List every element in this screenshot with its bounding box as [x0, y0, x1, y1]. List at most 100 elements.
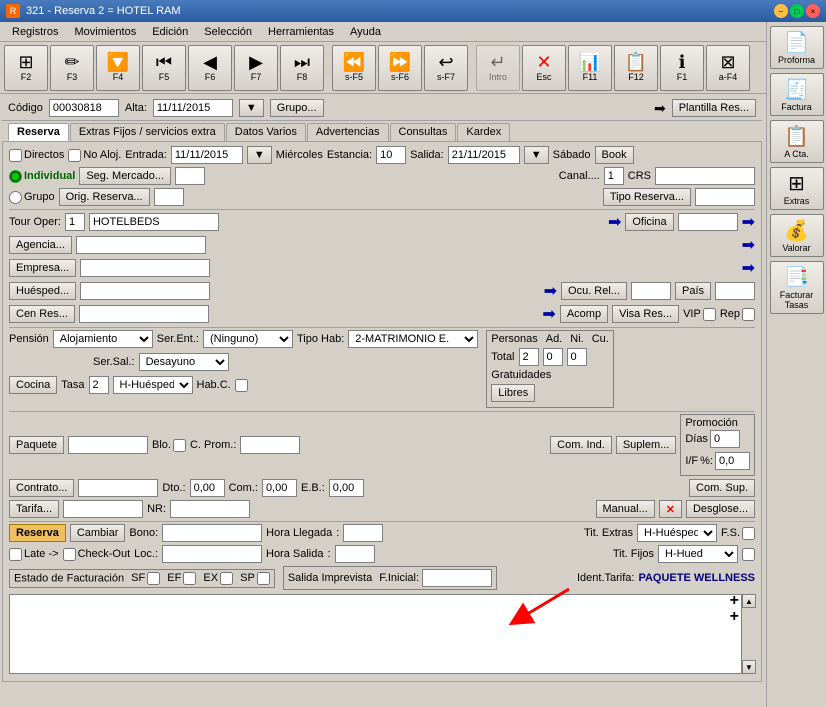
crs-input[interactable]: [655, 167, 755, 185]
com-ind-button[interactable]: Com. Ind.: [550, 436, 612, 454]
oficina-input[interactable]: [678, 213, 738, 231]
tab-reserva[interactable]: Reserva: [8, 123, 69, 141]
toolbar-btn-f12[interactable]: 📋 F12: [614, 45, 658, 91]
empresa-button[interactable]: Empresa...: [9, 259, 76, 277]
ocu-rel-button[interactable]: Ocu. Rel...: [561, 282, 627, 300]
late-checkbox[interactable]: [9, 548, 22, 561]
tour-oper-input[interactable]: [65, 213, 85, 231]
fs-label-wrap[interactable]: F.S.: [721, 527, 755, 540]
valorar-button[interactable]: 💰 Valorar: [770, 214, 824, 257]
tab-advertencias[interactable]: Advertencias: [307, 123, 389, 141]
ex-checkbox[interactable]: [220, 572, 233, 585]
alta-input[interactable]: [153, 99, 233, 117]
toolbar-btn-f7[interactable]: ▶ F7: [234, 45, 278, 91]
sf-checkbox[interactable]: [147, 572, 160, 585]
menu-ayuda[interactable]: Ayuda: [342, 24, 389, 40]
menu-herramientas[interactable]: Herramientas: [260, 24, 342, 40]
tit-fijos-select[interactable]: H-Hued: [658, 545, 738, 563]
canal-input[interactable]: [604, 167, 624, 185]
no-aloj-checkbox-label[interactable]: No Aloj.: [68, 149, 121, 162]
salida-input[interactable]: [448, 146, 520, 164]
nr-input[interactable]: [170, 500, 250, 518]
grupo-radio-label[interactable]: Grupo: [9, 191, 55, 204]
menu-movimientos[interactable]: Movimientos: [66, 24, 144, 40]
orig-reserva-input[interactable]: [154, 188, 184, 206]
toolbar-btn-sf7[interactable]: ↩ s-F7: [424, 45, 468, 91]
agencia-input[interactable]: [76, 236, 206, 254]
c-prom-input[interactable]: [240, 436, 300, 454]
empresa-input[interactable]: [80, 259, 210, 277]
ser-ent-select[interactable]: (Ninguno): [203, 330, 293, 348]
toolbar-btn-sf5[interactable]: ⏪ s-F5: [332, 45, 376, 91]
eb-input[interactable]: [329, 479, 364, 497]
tab-consultas[interactable]: Consultas: [390, 123, 457, 141]
tab-kardex[interactable]: Kardex: [457, 123, 510, 141]
dto-input[interactable]: [190, 479, 225, 497]
agencia-button[interactable]: Agencia...: [9, 236, 72, 254]
late-label-wrap[interactable]: Late ->: [9, 548, 59, 561]
desglose-button[interactable]: Desglose...: [686, 500, 755, 518]
ex-label-wrap[interactable]: EX: [203, 572, 233, 585]
orig-reserva-button[interactable]: Orig. Reserva...: [59, 188, 150, 206]
cocina-button[interactable]: Cocina: [9, 376, 57, 394]
cen-res-input[interactable]: [79, 305, 209, 323]
factura-button[interactable]: 🧾 Factura: [770, 73, 824, 116]
grid-plus-top[interactable]: +: [730, 594, 739, 608]
paquete-button[interactable]: Paquete: [9, 436, 64, 454]
toolbar-btn-f6[interactable]: ◀ F6: [188, 45, 232, 91]
ni-input[interactable]: [543, 348, 563, 366]
manual-x-button[interactable]: ✕: [659, 500, 682, 518]
f-inicial-input[interactable]: [422, 569, 492, 587]
alta-dropdown[interactable]: ▼: [239, 99, 264, 117]
individual-radio[interactable]: [9, 170, 22, 183]
hora-salida-input[interactable]: [335, 545, 375, 563]
vip-checkbox-label[interactable]: VIP: [683, 308, 716, 321]
contrato-input[interactable]: [78, 479, 158, 497]
pais-input[interactable]: [715, 282, 755, 300]
proforma-button[interactable]: 📄 Proforma: [770, 26, 824, 69]
tab-datos-varios[interactable]: Datos Varios: [226, 123, 306, 141]
cen-res-button[interactable]: Cen Res...: [9, 305, 75, 323]
rep-checkbox-label[interactable]: Rep: [720, 308, 755, 321]
cambiar-button[interactable]: Cambiar: [70, 524, 126, 542]
extras-button[interactable]: ⊞ Extras: [770, 167, 824, 210]
toolbar-btn-f8[interactable]: ⏭ F8: [280, 45, 324, 91]
ad-input[interactable]: [519, 348, 539, 366]
com-sup-button[interactable]: Com. Sup.: [689, 479, 755, 497]
toolbar-btn-f5[interactable]: ⏮ F5: [142, 45, 186, 91]
no-aloj-checkbox[interactable]: [68, 149, 81, 162]
sp-checkbox[interactable]: [257, 572, 270, 585]
ef-checkbox[interactable]: [183, 572, 196, 585]
individual-radio-label[interactable]: Individual: [9, 170, 75, 183]
seg-mercado-button[interactable]: Seg. Mercado...: [79, 167, 171, 185]
scroll-down[interactable]: ▼: [742, 660, 756, 674]
blo-checkbox[interactable]: [173, 439, 186, 452]
grupo-radio[interactable]: [9, 191, 22, 204]
salida-dropdown[interactable]: ▼: [524, 146, 549, 164]
visa-res-button[interactable]: Visa Res...: [612, 305, 679, 323]
entrada-input[interactable]: [171, 146, 243, 164]
reserva-button[interactable]: Reserva: [9, 524, 66, 542]
check-out-checkbox[interactable]: [63, 548, 76, 561]
tit-fijos-checkbox[interactable]: [742, 548, 755, 561]
toolbar-btn-esc[interactable]: ✕ Esc: [522, 45, 566, 91]
ocu-rel-input[interactable]: [631, 282, 671, 300]
cu-input[interactable]: [567, 348, 587, 366]
close-button[interactable]: ×: [806, 4, 820, 18]
entrada-dropdown[interactable]: ▼: [247, 146, 272, 164]
scroll-up[interactable]: ▲: [742, 594, 756, 608]
toolbar-btn-f1[interactable]: ℹ F1: [660, 45, 704, 91]
libres-button[interactable]: Libres: [491, 384, 535, 402]
toolbar-btn-intro[interactable]: ↵ Intro: [476, 45, 520, 91]
grupo-button[interactable]: Grupo...: [270, 99, 324, 117]
tarifa-button[interactable]: Tarifa...: [9, 500, 59, 518]
bono-input[interactable]: [162, 524, 262, 542]
plantilla-button[interactable]: Plantilla Res...: [672, 99, 756, 117]
tipo-reserva-button[interactable]: Tipo Reserva...: [603, 188, 691, 206]
tit-extras-select[interactable]: H-Huésped: [637, 524, 717, 542]
tour-oper-name-input[interactable]: [89, 213, 219, 231]
fs-checkbox[interactable]: [742, 527, 755, 540]
manual-button[interactable]: Manual...: [596, 500, 655, 518]
com-input[interactable]: [262, 479, 297, 497]
contrato-button[interactable]: Contrato...: [9, 479, 74, 497]
